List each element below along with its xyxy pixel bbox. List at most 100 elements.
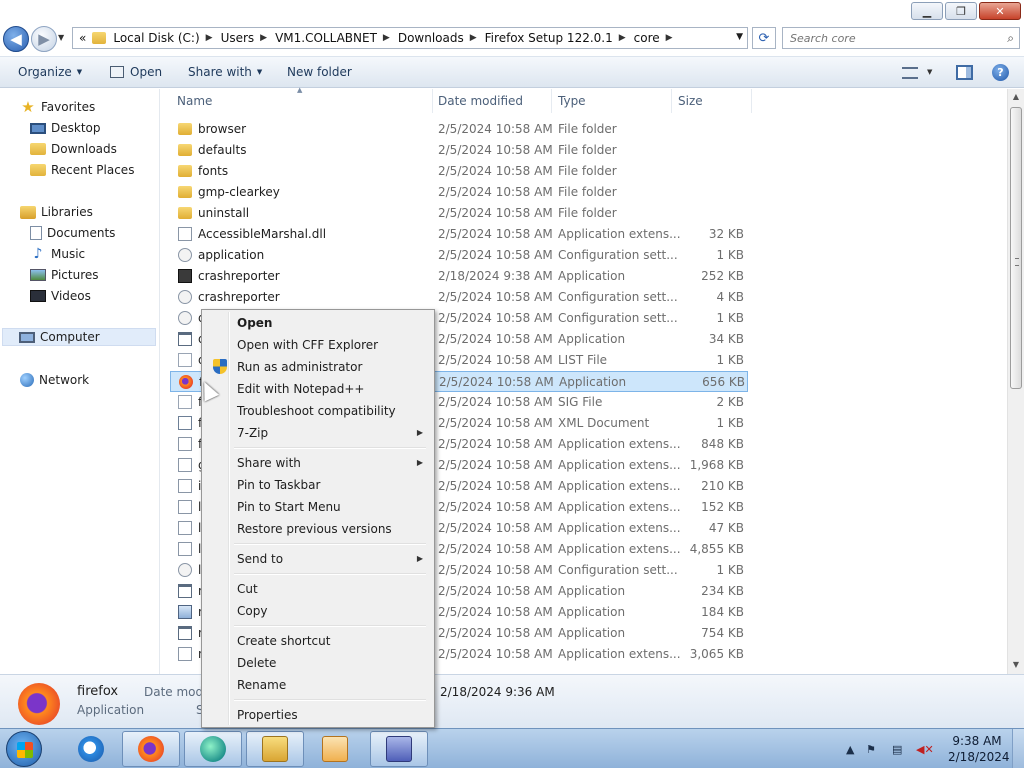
file-date-modified: 2/5/2024 10:58 AM [438,521,553,535]
search-input[interactable] [783,28,993,48]
menu-item-label: Troubleshoot compatibility [237,404,396,418]
search-icon[interactable]: ⌕ [1007,31,1014,46]
refresh-button[interactable]: ⟳ [752,27,776,49]
application-icon [178,584,192,598]
maximize-button[interactable]: ❐ [945,2,977,20]
breadcrumb-separator-icon[interactable]: ▶ [619,33,626,43]
breadcrumb-item[interactable]: Local Disk (C:) [113,31,199,45]
breadcrumb-separator-icon[interactable]: ▶ [206,33,213,43]
file-row[interactable]: fonts 2/5/2024 10:58 AM File folder [170,161,748,182]
file-date-modified: 2/5/2024 10:58 AM [438,206,553,220]
breadcrumb-item[interactable]: core [634,31,660,45]
nav-network[interactable]: Network [20,371,89,389]
taskbar-chat-app[interactable] [184,731,242,767]
file-date-modified: 2/5/2024 10:58 AM [438,353,553,367]
menu-item-delete[interactable]: Delete [205,652,431,674]
show-desktop-button[interactable] [1012,729,1024,768]
taskbar-windows-explorer[interactable] [246,731,304,767]
menu-item-copy[interactable]: Copy [205,600,431,622]
menu-item-create-shortcut[interactable]: Create shortcut [205,630,431,652]
scroll-thumb[interactable] [1010,107,1022,389]
file-row[interactable]: defaults 2/5/2024 10:58 AM File folder [170,140,748,161]
nav-libraries[interactable]: Libraries [20,203,93,221]
file-row[interactable]: AccessibleMarshal.dll 2/5/2024 10:58 AM Ap… [170,224,748,245]
config-file-icon [178,248,192,262]
file-row[interactable]: crashreporter 2/5/2024 10:58 AM Configurat… [170,287,748,308]
breadcrumb-separator-icon[interactable]: ▶ [470,33,477,43]
file-row[interactable]: crashreporter 2/18/2024 9:38 AM Applicatio… [170,266,748,287]
breadcrumb-item[interactable]: Downloads [398,31,464,45]
minimize-button[interactable]: ▁ [911,2,943,20]
menu-item-edit-with-notepad[interactable]: Edit with Notepad++ [205,378,431,400]
network-tray-icon[interactable]: ▤ [892,743,902,756]
nav-music[interactable]: ♪ Music [30,245,86,263]
nav-favorites[interactable]: ★ Favorites [20,98,95,116]
file-row[interactable]: browser 2/5/2024 10:58 AM File folder [170,119,748,140]
organize-button[interactable]: Organize ▼ [18,65,82,79]
nav-downloads[interactable]: Downloads [30,140,117,158]
menu-item-pin-to-taskbar[interactable]: Pin to Taskbar [205,474,431,496]
nav-computer[interactable]: Computer [2,328,156,346]
menu-item-troubleshoot-compatibility[interactable]: Troubleshoot compatibility [205,400,431,422]
taskbar-firefox[interactable] [122,731,180,767]
taskbar-internet-explorer[interactable] [62,731,120,767]
breadcrumb-separator-icon[interactable]: ▶ [383,33,390,43]
nav-pictures[interactable]: Pictures [30,266,99,284]
column-header-size[interactable]: Size [678,89,752,113]
caret-down-icon: ▼ [256,68,263,76]
forward-button[interactable]: ▶ [31,26,57,52]
taskbar-visual-studio[interactable] [370,731,428,767]
address-dropdown-arrow[interactable]: ▼ [736,32,743,42]
back-button[interactable]: ◀ [3,26,29,52]
nav-recent-places[interactable]: Recent Places [30,161,134,179]
folder-icon [178,123,192,135]
view-options-icon[interactable] [902,67,918,79]
menu-item-open-with-cff-explorer[interactable]: Open with CFF Explorer [205,334,431,356]
nav-videos[interactable]: Videos [30,287,91,305]
scroll-down-arrow[interactable]: ▼ [1008,657,1024,673]
breadcrumb-item[interactable]: Users [221,31,255,45]
breadcrumb-separator-icon[interactable]: ▶ [666,33,673,43]
taskbar-clock[interactable]: 9:38 AM 2/18/2024 [948,733,1010,765]
file-row[interactable]: gmp-clearkey 2/5/2024 10:58 AM File folder [170,182,748,203]
menu-item-restore-previous-versions[interactable]: Restore previous versions [205,518,431,540]
menu-item-share-with[interactable]: Share with ▶ [205,452,431,474]
close-button[interactable]: ✕ [979,2,1021,20]
column-header-type[interactable]: Type [558,89,672,113]
nav-documents[interactable]: Documents [30,224,115,242]
nav-desktop[interactable]: Desktop [30,119,101,137]
share-with-button[interactable]: Share with ▼ [188,65,262,79]
folder-icon [178,165,192,177]
volume-muted-icon[interactable]: ◀✕ [916,743,934,756]
breadcrumb-item[interactable]: Firefox Setup 122.0.1 [485,31,613,45]
tray-expand-icon[interactable]: ▲ [846,743,854,756]
menu-item-pin-to-start-menu[interactable]: Pin to Start Menu [205,496,431,518]
scroll-up-arrow[interactable]: ▲ [1008,89,1024,105]
caret-down-icon[interactable]: ▼ [927,68,932,76]
star-icon: ★ [21,98,35,116]
help-icon[interactable]: ? [992,64,1009,81]
open-button[interactable]: Open [110,65,162,79]
breadcrumb-separator-icon[interactable]: ▶ [260,33,267,43]
start-button[interactable] [6,731,42,767]
menu-item-properties[interactable]: Properties [205,704,431,726]
column-header-date-modified[interactable]: Date modified [438,89,552,113]
menu-item-rename[interactable]: Rename [205,674,431,696]
column-header-name[interactable]: Name [177,89,433,113]
file-row[interactable]: uninstall 2/5/2024 10:58 AM File folder [170,203,748,224]
recent-pages-dropdown[interactable]: ▼ [58,33,64,42]
breadcrumb-item[interactable]: VM1.COLLABNET [275,31,377,45]
menu-item-send-to[interactable]: Send to ▶ [205,548,431,570]
action-center-flag-icon[interactable]: ⚑ [866,743,876,756]
address-bar[interactable]: « Local Disk (C:) ▶ Users ▶ VM1.COLLABNET ▶ Do… [72,27,748,49]
menu-item-7-zip[interactable]: 7-Zip ▶ [205,422,431,444]
menu-item-open[interactable]: Open [205,312,431,334]
preview-pane-icon[interactable] [956,65,973,80]
menu-item-run-as-administrator[interactable]: Run as administrator [205,356,431,378]
file-row[interactable]: application 2/5/2024 10:58 AM Configuratio… [170,245,748,266]
taskbar-media-player[interactable] [306,731,364,767]
address-prefix[interactable]: « [79,31,86,45]
vertical-scrollbar[interactable]: ▲ ▼ [1007,89,1024,674]
new-folder-button[interactable]: New folder [287,65,352,79]
menu-item-cut[interactable]: Cut [205,578,431,600]
